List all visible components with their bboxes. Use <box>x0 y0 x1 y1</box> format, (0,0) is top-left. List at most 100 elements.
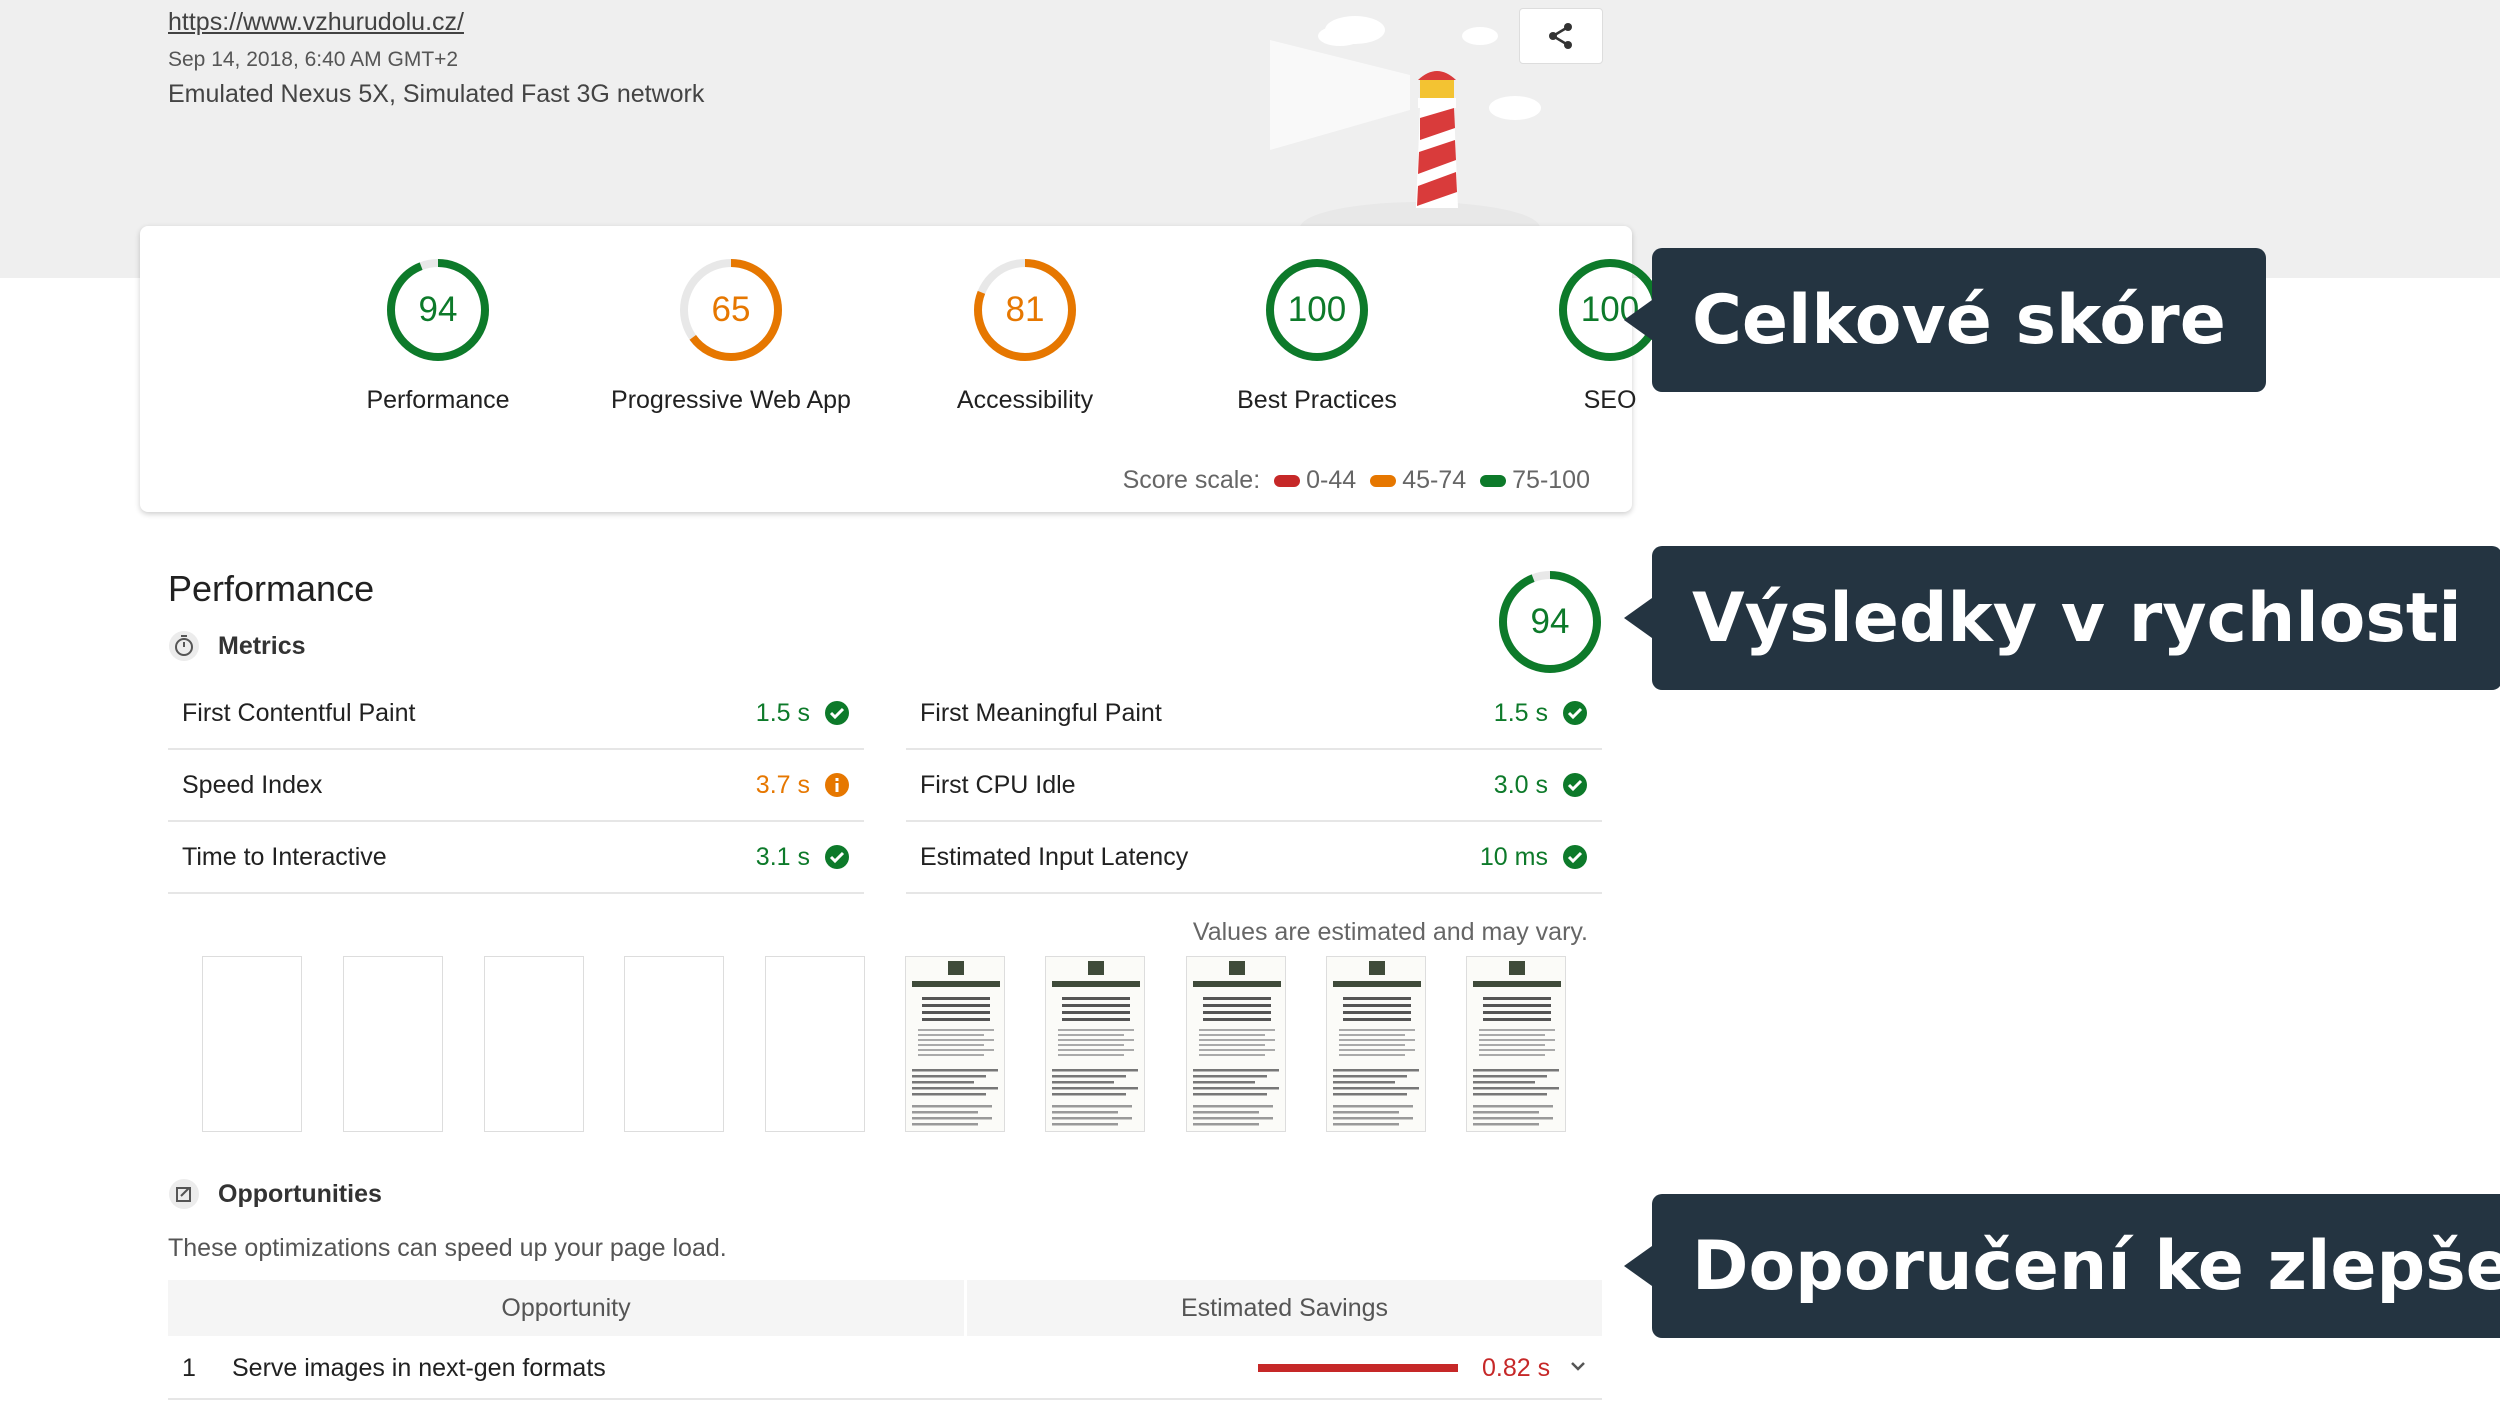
thumb-text-line <box>1473 1111 1539 1114</box>
thumb-text-line <box>912 1111 978 1114</box>
thumb-text-line <box>1339 1029 1415 1031</box>
share-button[interactable] <box>1519 8 1603 64</box>
thumb-text-line <box>1339 1049 1415 1051</box>
thumb-text-line <box>1339 1054 1405 1056</box>
metric-name: Time to Interactive <box>182 842 387 871</box>
thumb-text-line <box>1199 1049 1275 1051</box>
gauge-label: Accessibility <box>956 386 1094 414</box>
metric-row: Speed Index 3.7 s <box>168 750 864 822</box>
metric-value: 10 ms <box>1479 842 1548 871</box>
thumb-logo <box>1509 961 1525 975</box>
chevron-down-icon[interactable] <box>1564 1352 1592 1380</box>
scale-item-fail: 0-44 <box>1274 466 1356 495</box>
metric-row: First Meaningful Paint 1.5 s <box>906 678 1602 750</box>
thumb-text-line <box>918 1034 984 1036</box>
opportunity-savings: 0.82 s <box>1482 1354 1551 1382</box>
thumb-text-line <box>1058 1049 1134 1051</box>
metric-row: First Contentful Paint 1.5 s <box>168 678 864 750</box>
thumb-text-line <box>1199 1029 1275 1031</box>
thumb-text-line <box>918 1044 984 1046</box>
metric-name: First Meaningful Paint <box>920 698 1162 727</box>
check-circle-icon <box>825 845 849 869</box>
thumb-text-line <box>1193 1075 1267 1078</box>
filmstrip-frame-thumbnail <box>1326 956 1426 1132</box>
thumb-headline-line <box>1343 997 1411 1000</box>
opportunity-row[interactable]: 1 Serve images in next-gen formats 0.82 … <box>168 1340 1602 1400</box>
thumb-logo <box>1369 961 1385 975</box>
thumb-text-line <box>1473 1093 1547 1096</box>
report-device: Emulated Nexus 5X, Simulated Fast 3G net… <box>168 80 705 108</box>
metric-value: 3.0 s <box>1493 770 1548 799</box>
gauge-ring: 100 <box>1263 256 1371 364</box>
metric-value: 3.7 s <box>755 770 810 799</box>
thumb-text-line <box>1193 1087 1279 1090</box>
gauge-value: 94 <box>418 290 458 329</box>
thumb-text-line <box>1052 1081 1114 1084</box>
column-header-savings: Estimated Savings <box>1180 1294 1389 1322</box>
check-circle-icon <box>1563 773 1587 797</box>
opportunities-title: Opportunities <box>218 1179 382 1208</box>
metric-name: Speed Index <box>182 770 323 799</box>
thumb-text-line <box>1193 1069 1279 1072</box>
thumb-text-line <box>1193 1093 1267 1096</box>
page-thumbnail <box>1473 961 1561 1126</box>
thumb-text-line <box>1199 1044 1265 1046</box>
savings-bar <box>1258 1364 1458 1372</box>
gauge-ring: 94 <box>384 256 492 364</box>
thumb-text-line <box>1052 1117 1132 1120</box>
thumb-logo <box>1088 961 1104 975</box>
thumb-headline-line <box>1203 997 1271 1000</box>
column-header-opportunity: Opportunity <box>501 1294 631 1322</box>
thumb-text-line <box>918 1039 994 1041</box>
thumb-text-line <box>1052 1093 1126 1096</box>
score-gauge-accessibility[interactable]: 81 Accessibility <box>880 256 1170 415</box>
score-gauge-pwa[interactable]: 65 Progressive Web App <box>586 256 876 415</box>
performance-score-gauge: 94 <box>1496 568 1604 676</box>
thumb-headline-line <box>1062 997 1130 1000</box>
thumb-text-line <box>918 1049 994 1051</box>
thumb-headline-line <box>922 1018 990 1021</box>
thumb-text-line <box>1058 1029 1134 1031</box>
score-gauge-best-practices[interactable]: 100 Best Practices <box>1172 256 1462 415</box>
thumb-nav <box>1473 981 1561 987</box>
filmstrip-frame-thumbnail <box>1045 956 1145 1132</box>
thumb-headline-line <box>922 1011 990 1014</box>
page-thumbnail <box>1333 961 1421 1126</box>
thumb-text-line <box>1052 1105 1132 1108</box>
performance-score-value: 94 <box>1530 602 1570 641</box>
info-circle-icon <box>825 773 849 797</box>
thumb-text-line <box>1193 1105 1273 1108</box>
gauge-value: 81 <box>1005 290 1045 329</box>
thumb-headline-line <box>1062 1018 1130 1021</box>
thumb-logo <box>1229 961 1245 975</box>
thumb-text-line <box>1473 1117 1553 1120</box>
thumb-text-line <box>1058 1054 1124 1056</box>
thumb-text-line <box>1052 1087 1138 1090</box>
metric-row: First CPU Idle 3.0 s <box>906 750 1602 822</box>
metric-row: Estimated Input Latency 10 ms <box>906 822 1602 894</box>
opportunity-number: 1 <box>182 1354 196 1382</box>
thumb-text-line <box>1333 1081 1395 1084</box>
thumb-text-line <box>1339 1044 1405 1046</box>
metric-name: First Contentful Paint <box>182 698 416 727</box>
gauge-value: 100 <box>1287 290 1347 329</box>
thumb-text-line <box>1333 1087 1419 1090</box>
callout-text: Celkové skóre <box>1692 280 2226 360</box>
filmstrip-frame-blank <box>624 956 724 1132</box>
thumb-text-line <box>1199 1034 1265 1036</box>
thumb-text-line <box>1479 1054 1545 1056</box>
callout-text: Doporučení ke zlepšení <box>1692 1226 2500 1306</box>
thumb-headline-line <box>1343 1011 1411 1014</box>
callout-overall-score: Celkové skóre <box>1624 248 2266 392</box>
thumb-text-line <box>918 1029 994 1031</box>
filmstrip-frame-blank <box>484 956 584 1132</box>
metrics-label: Metrics <box>218 631 306 660</box>
report-url-link[interactable]: https://www.vzhurudolu.cz/ <box>168 8 464 37</box>
thumb-text-line <box>912 1117 992 1120</box>
thumb-text-line <box>1193 1081 1255 1084</box>
filmstrip-frame-thumbnail <box>1186 956 1286 1132</box>
thumb-text-line <box>1333 1093 1407 1096</box>
thumb-headline-line <box>1203 1004 1271 1007</box>
score-gauge-performance[interactable]: 94 Performance <box>293 256 583 415</box>
thumb-nav <box>912 981 1000 987</box>
